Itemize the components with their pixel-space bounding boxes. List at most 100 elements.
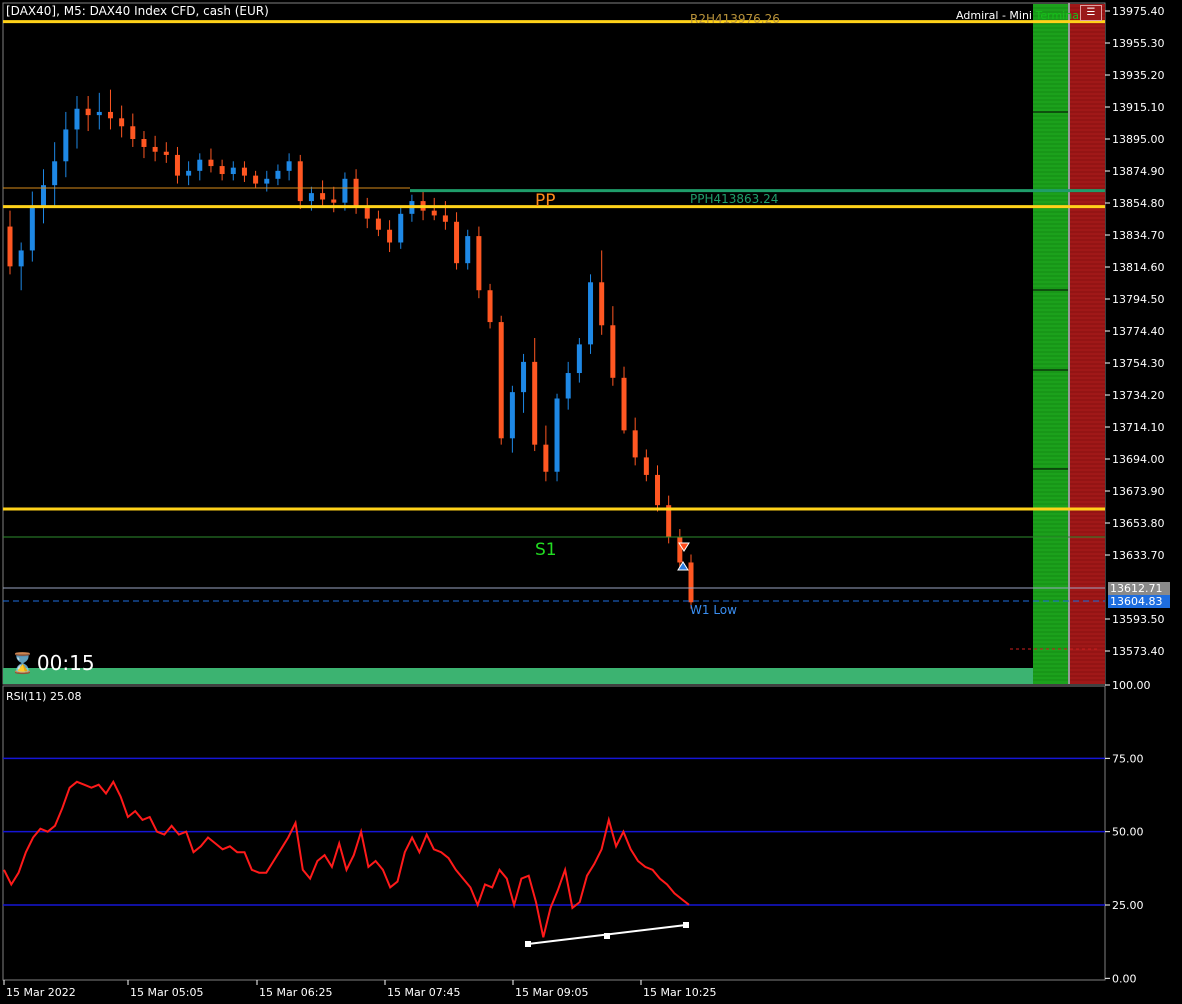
candle-body [119,118,125,127]
candle-body [264,178,270,184]
candle-body [487,290,493,323]
candle-body [342,178,348,203]
candle-body [18,250,24,267]
candle-body [588,282,594,345]
price-tick-label: 13794.50 [1112,293,1165,306]
candle-body [532,361,538,445]
candle-body [107,111,113,119]
price-tick-label: 13955.30 [1112,37,1165,50]
divergence-anchor[interactable] [525,941,531,947]
candle-body [297,161,303,202]
candle-body [52,161,58,186]
ask-price-label: 13612.71 [1108,582,1170,595]
candle-body [431,210,437,216]
time-tick-label: 15 Mar 05:05 [130,986,203,999]
r2-level-label: R2H413976.26 [690,12,780,26]
candle-body [677,537,683,563]
price-tick-label: 13573.40 [1112,645,1165,658]
price-tick-label: 13874.90 [1112,165,1165,178]
candle-body [610,325,616,378]
divergence-anchor[interactable] [683,922,689,928]
bottom-status-band [3,668,1033,684]
candle-body [286,161,292,171]
candle-body [230,167,236,175]
price-chart[interactable]: R2H413976.26 PP PPH413863.24 S1 W1 Low 13975.… [0,0,1182,1004]
candle-body [197,159,203,171]
terminal-icon[interactable]: ☰ [1080,5,1102,21]
candle-body [163,151,169,155]
candle-body [308,193,314,202]
candle-body [96,111,102,116]
candle-body [85,108,91,116]
price-tick-label: 13653.80 [1112,517,1165,530]
bid-price-label: 13604.83 [1108,595,1170,608]
candle-body [130,126,136,139]
rsi-tick-label: 75.00 [1112,752,1144,765]
candle-body [655,474,661,506]
candle-body [387,229,393,243]
rsi-tick-label: 25.00 [1112,899,1144,912]
candle-body [688,562,694,603]
price-tick-label: 13895.00 [1112,133,1165,146]
candle-body [63,129,69,162]
candle-body [331,199,337,203]
candle-body [152,146,158,152]
price-tick-label: 13673.90 [1112,485,1165,498]
price-tick-label: 13915.10 [1112,101,1165,114]
candle-body [643,457,649,475]
candle-body [320,193,326,200]
candle-body [186,170,192,176]
candle-body [621,377,627,431]
candle-body [454,221,460,264]
price-tick-label: 13694.00 [1112,453,1165,466]
w1-low-label: W1 Low [690,603,737,617]
hourglass-icon: ⌛ [10,651,35,675]
candle-body [7,226,13,267]
price-tick-label: 13975.40 [1112,5,1165,18]
price-tick-label: 13734.20 [1112,389,1165,402]
price-tick-label: 13593.50 [1112,613,1165,626]
chart-title: [DAX40], M5: DAX40 Index CFD, cash (EUR) [6,4,269,18]
candle-body [74,108,80,130]
divergence-anchor[interactable] [604,933,610,939]
pph-label: PPH413863.24 [690,192,778,206]
candle-body [465,236,471,264]
candle-body [476,236,482,291]
candle-body [29,207,35,251]
candle-body [375,218,381,230]
time-tick-label: 15 Mar 06:25 [259,986,332,999]
rsi-panel-frame [2,685,1106,981]
rsi-line [3,779,690,938]
price-tick-label: 13754.30 [1112,357,1165,370]
candle-body [208,159,214,167]
price-tick-label: 13834.70 [1112,229,1165,242]
candle-body [521,361,527,393]
price-tick-label: 13854.80 [1112,197,1165,210]
widget-title: Admiral - Mini Terminal [956,9,1082,22]
candle-body [599,282,605,326]
pp-label: PP [535,191,556,211]
candle-body [241,167,247,176]
widget-title-accent: Terminal [1035,9,1083,22]
candle-body [174,154,180,176]
candle-body [498,322,504,439]
candle-body [565,373,571,399]
candle-body [364,207,370,219]
s1-label: S1 [535,540,557,560]
rsi-tick-label: 0.00 [1112,972,1137,985]
rsi-tick-label: 50.00 [1112,826,1144,839]
rsi-title: RSI(11) 25.08 [6,690,81,703]
candle-body [219,166,225,175]
price-tick-label: 13714.10 [1112,421,1165,434]
time-tick-label: 15 Mar 10:25 [643,986,716,999]
candle-body [509,392,515,439]
candle-body [398,213,404,243]
price-tick-label: 13633.70 [1112,549,1165,562]
time-tick-label: 15 Mar 09:05 [515,986,588,999]
chart-terminal[interactable]: R2H413976.26 PP PPH413863.24 S1 W1 Low 13975.… [0,0,1182,1004]
price-tick-label: 13774.40 [1112,325,1165,338]
candle-body [576,344,582,374]
widget-title-prefix: Admiral - Mini [956,9,1036,22]
rsi-tick-label: 100.00 [1112,679,1151,692]
time-tick-label: 15 Mar 2022 [6,986,76,999]
